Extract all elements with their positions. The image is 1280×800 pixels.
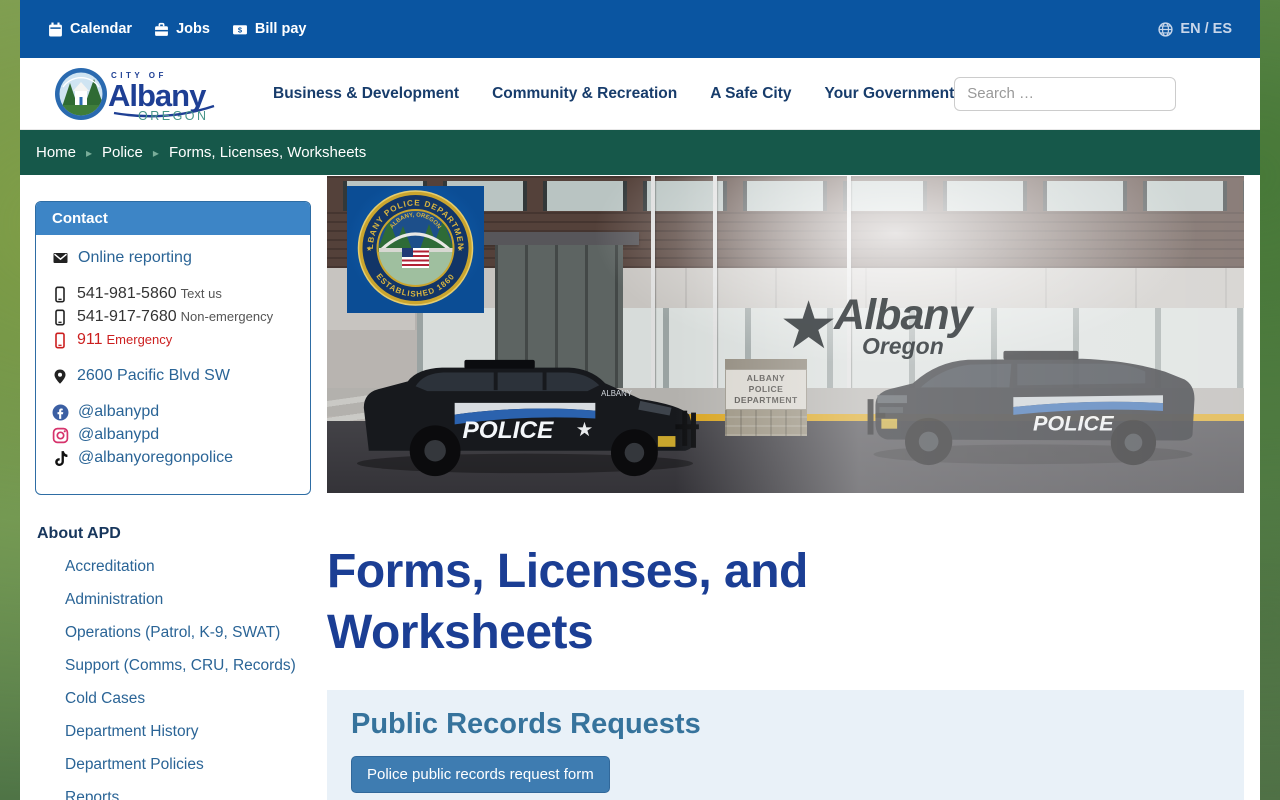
search-wrap xyxy=(954,76,1177,111)
police-seal: ALBANY POLICE DEPARTMENT ESTABLISHED 186… xyxy=(347,186,484,313)
seal-star-right: ★ xyxy=(457,245,463,253)
contact-card: Contact Online reporting 541-981-5860 Tex… xyxy=(35,201,311,495)
public-records-title: Public Records Requests xyxy=(351,707,701,740)
sidebar: Contact Online reporting 541-981-5860 Tex… xyxy=(35,175,311,800)
mobile-phone-icon xyxy=(55,286,65,302)
nav-a-safe-city[interactable]: A Safe City xyxy=(710,85,791,103)
sidebar-item-department-policies[interactable]: Department Policies xyxy=(37,756,311,774)
bill-icon: $ xyxy=(232,24,247,34)
breadcrumb-current: Forms, Licenses, Worksheets xyxy=(168,144,367,161)
sidebar-item-administration[interactable]: Administration xyxy=(37,591,311,609)
police-suv-right: POLICE xyxy=(867,350,1195,466)
phone-emergency-number[interactable]: 911 xyxy=(77,331,103,348)
jobs-link[interactable]: Jobs xyxy=(154,21,210,37)
public-records-panel: Public Records Requests Police public re… xyxy=(327,689,1244,800)
sidebar-item-accreditation[interactable]: Accreditation xyxy=(37,558,311,576)
nav-community-recreation[interactable]: Community & Recreation xyxy=(492,85,677,103)
envelope-icon xyxy=(53,253,68,263)
instagram-icon xyxy=(52,427,69,443)
breadcrumb-home[interactable]: Home xyxy=(36,144,76,161)
tiktok-icon xyxy=(55,450,68,466)
bill-pay-label: Bill pay xyxy=(254,21,307,37)
calendar-icon xyxy=(49,22,62,36)
page-title: Forms, Licenses, and Worksheets xyxy=(327,545,808,660)
tiktok-handle-link[interactable]: @albanyoregonpolice xyxy=(78,449,233,467)
phone-text-number[interactable]: 541-981-5860 xyxy=(77,285,177,302)
albany-watermark: ★ Albany Oregon xyxy=(779,288,973,362)
utility-bar: Calendar Jobs $ Bill pay EN / ES xyxy=(20,0,1260,58)
star-badge-icon: ★ xyxy=(576,419,594,441)
breadcrumb-police[interactable]: Police xyxy=(102,144,143,161)
sign-line: POLICE xyxy=(748,384,784,395)
sidebar-item-cold-cases[interactable]: Cold Cases xyxy=(37,690,311,708)
phone-text-label: Text us xyxy=(180,286,222,301)
main-nav: Business & Development Community & Recre… xyxy=(273,85,954,103)
city-logo[interactable]: CITY OF Albany OREGON xyxy=(54,65,229,123)
seal-star-left: ★ xyxy=(366,245,372,253)
nav-your-government[interactable]: Your Government xyxy=(825,85,955,103)
online-reporting-link[interactable]: Online reporting xyxy=(78,249,192,267)
sidebar-item-about-apd[interactable]: About APD xyxy=(37,525,311,543)
instagram-handle-link[interactable]: @albanypd xyxy=(78,426,159,444)
main-column: ALBANY POLICE DEPARTMENT POLICE ★ ALBANY… xyxy=(327,175,1245,800)
chevron-right-icon: ▸ xyxy=(152,145,159,160)
sign-line: DEPARTMENT xyxy=(734,395,798,406)
address-link[interactable]: 2600 Pacific Blvd SW xyxy=(77,367,230,385)
globe-icon xyxy=(1158,21,1174,37)
sidebar-item-reports[interactable]: Reports xyxy=(37,789,311,800)
location-pin-icon xyxy=(54,369,66,384)
language-toggle[interactable]: EN / ES xyxy=(1158,21,1232,37)
hero-image: ALBANY POLICE DEPARTMENT POLICE ★ ALBANY… xyxy=(327,176,1244,493)
phone-emergency-label: Emergency xyxy=(106,332,173,347)
calendar-label: Calendar xyxy=(70,21,133,37)
search-input[interactable] xyxy=(954,76,1177,111)
facebook-handle-link[interactable]: @albanypd xyxy=(78,403,159,421)
side-menu: About APD Accreditation Administration O… xyxy=(35,525,311,800)
phone-nonemergency-label: Non-emergency xyxy=(180,309,274,324)
facebook-icon xyxy=(52,404,69,420)
police-records-request-button[interactable]: Police public records request form xyxy=(351,755,610,793)
sidebar-item-support[interactable]: Support (Comms, CRU, Records) xyxy=(37,657,311,675)
content-area: Contact Online reporting 541-981-5860 Tex… xyxy=(20,175,1260,800)
contact-card-title: Contact xyxy=(36,202,310,235)
sign-line: ALBANY xyxy=(746,373,786,383)
watermark-name: Albany xyxy=(834,291,972,339)
jobs-label: Jobs xyxy=(176,21,210,37)
site-header: CITY OF Albany OREGON Business & Develop… xyxy=(20,58,1260,130)
nav-business-development[interactable]: Business & Development xyxy=(273,85,459,103)
star-icon: ★ xyxy=(779,288,839,362)
sidebar-item-operations[interactable]: Operations (Patrol, K-9, SWAT) xyxy=(37,624,311,642)
calendar-link[interactable]: Calendar xyxy=(48,21,132,37)
mobile-phone-icon xyxy=(55,309,65,325)
page-container: Calendar Jobs $ Bill pay EN / ES CITY OF… xyxy=(20,0,1260,800)
phone-nonemergency-number[interactable]: 541-917-7680 xyxy=(77,308,177,325)
sidebar-item-department-history[interactable]: Department History xyxy=(37,723,311,741)
police-car-label: POLICE xyxy=(1033,411,1114,436)
language-toggle-label: EN / ES xyxy=(1180,21,1232,37)
police-suv-left: POLICE ★ ALBANY xyxy=(356,359,699,477)
emergency-phone-icon xyxy=(55,332,65,348)
logo-state: OREGON xyxy=(138,109,209,123)
car-albany-label: ALBANY xyxy=(601,389,633,398)
logo-name: Albany xyxy=(108,78,207,113)
briefcase-icon xyxy=(155,22,168,36)
bill-pay-link[interactable]: $ Bill pay xyxy=(232,21,307,37)
chevron-right-icon: ▸ xyxy=(86,145,93,160)
police-car-label: POLICE xyxy=(462,417,554,444)
breadcrumb: Home ▸ Police ▸ Forms, Licenses, Workshe… xyxy=(20,130,1260,175)
police-department-sign: ALBANY POLICE DEPARTMENT xyxy=(725,359,807,437)
